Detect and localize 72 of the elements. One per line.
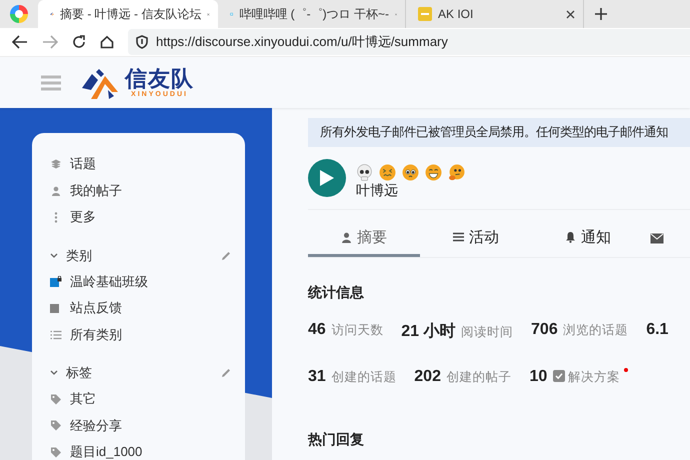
sidebar-item[interactable]: 所有类别 (32, 322, 245, 348)
grinning-face-icon (425, 164, 442, 181)
home-icon[interactable] (100, 35, 114, 49)
bell-icon (565, 231, 576, 243)
sidebar-item-label: 话题 (70, 155, 96, 174)
section-title[interactable]: 类别 (66, 246, 221, 264)
stat-item: 10 解决方案 (529, 368, 620, 386)
list-icon (453, 232, 464, 242)
browser-tab[interactable]: AK IOI (406, 0, 584, 28)
reload-icon[interactable] (72, 35, 86, 49)
stat-item: 46 访问天数 (308, 321, 384, 339)
profile-tab[interactable]: 活动 (420, 220, 532, 257)
grimace-face-icon (379, 164, 396, 181)
sidebar-item[interactable]: 其它 (32, 386, 245, 412)
sidebar-item[interactable]: 话题 (32, 151, 245, 178)
pencil-icon[interactable] (221, 250, 231, 260)
checkbox-icon (552, 370, 565, 382)
sidebar-item-label: 经验分享 (70, 416, 122, 435)
sidebar-item-label: 站点反馈 (70, 299, 122, 318)
tag-icon (50, 420, 62, 432)
browser-logo-icon[interactable] (10, 5, 28, 23)
tab-title: AK IOI (438, 7, 474, 21)
chevron-icon[interactable] (50, 369, 58, 377)
sidebar-item-label: 题目id_1000 (70, 443, 142, 460)
notice-text: 所有外发电子邮件已被管理员全局禁用。任何类型的电子邮件通知 (320, 124, 668, 141)
sidebar-item-label: 所有类别 (70, 326, 122, 344)
address-field[interactable]: https://discourse.xinyoudui.com/u/叶博远/summary (128, 29, 690, 55)
sidebar-item-label: 温岭基础班级 (70, 272, 148, 291)
user-icon (50, 186, 62, 196)
thinking-face-icon (448, 164, 465, 181)
tab-title: 摘要 - 叶博远 - 信友队论坛 (60, 6, 202, 22)
logo-text: 信友队 (125, 67, 194, 91)
shield-icon (136, 35, 148, 49)
sidebar-item-label: 我的帖子 (70, 182, 122, 200)
stat-item: 6.1 (646, 321, 670, 339)
game-tile-icon (418, 7, 432, 21)
stat-item: 202 创建的帖子 (414, 368, 512, 386)
user-icon (341, 232, 352, 242)
browser-tab[interactable]: 哔哩哔哩 (゜-゜)つロ 干杯~- (218, 0, 406, 28)
notification-dot (624, 368, 628, 372)
tab-title: 哔哩哔哩 (゜-゜)つロ 干杯~- (239, 6, 389, 22)
sidebar-item[interactable]: 更多 (32, 204, 245, 230)
profile-tab[interactable]: 通知 (532, 220, 644, 257)
back-icon[interactable] (12, 35, 28, 49)
stat-item: 21 小时 阅读时间 (401, 322, 514, 342)
pencil-icon[interactable] (221, 368, 231, 378)
sidebar-item[interactable]: 温岭基础班级 (32, 268, 245, 295)
section-title[interactable]: 标签 (66, 364, 221, 382)
tag-icon (50, 394, 62, 405)
close-icon[interactable] (566, 10, 575, 18)
user-name: 叶博远 (356, 182, 399, 200)
sidebar-item[interactable]: 题目id_1000 (32, 439, 245, 460)
list-icon (50, 330, 62, 340)
sidebar-item[interactable]: 站点反馈 (32, 295, 245, 322)
section-heading: 统计信息 (308, 284, 365, 302)
stat-item: 706 浏览的话题 (531, 321, 628, 339)
sidebar-item-label: 更多 (70, 208, 96, 226)
section-heading: 热门回复 (308, 431, 365, 449)
new-tab-icon[interactable] (594, 7, 608, 21)
sidebar-item-label: 其它 (70, 390, 96, 408)
sidebar-item[interactable]: 我的帖子 (32, 178, 245, 204)
profile-tab[interactable]: 摘要 (308, 220, 420, 257)
sidebar-item[interactable]: 经验分享 (32, 412, 245, 439)
avatar[interactable] (308, 159, 346, 197)
play-icon (319, 169, 335, 187)
stat-item: 31 创建的话题 (308, 368, 396, 386)
layers-icon (50, 159, 62, 170)
chevron-icon[interactable] (50, 252, 58, 260)
skull-icon (356, 164, 373, 181)
browser-tab[interactable]: 摘要 - 叶博远 - 信友队论坛 (38, 0, 218, 28)
pleading-face-icon (402, 164, 419, 181)
envelope-icon[interactable] (650, 233, 664, 244)
